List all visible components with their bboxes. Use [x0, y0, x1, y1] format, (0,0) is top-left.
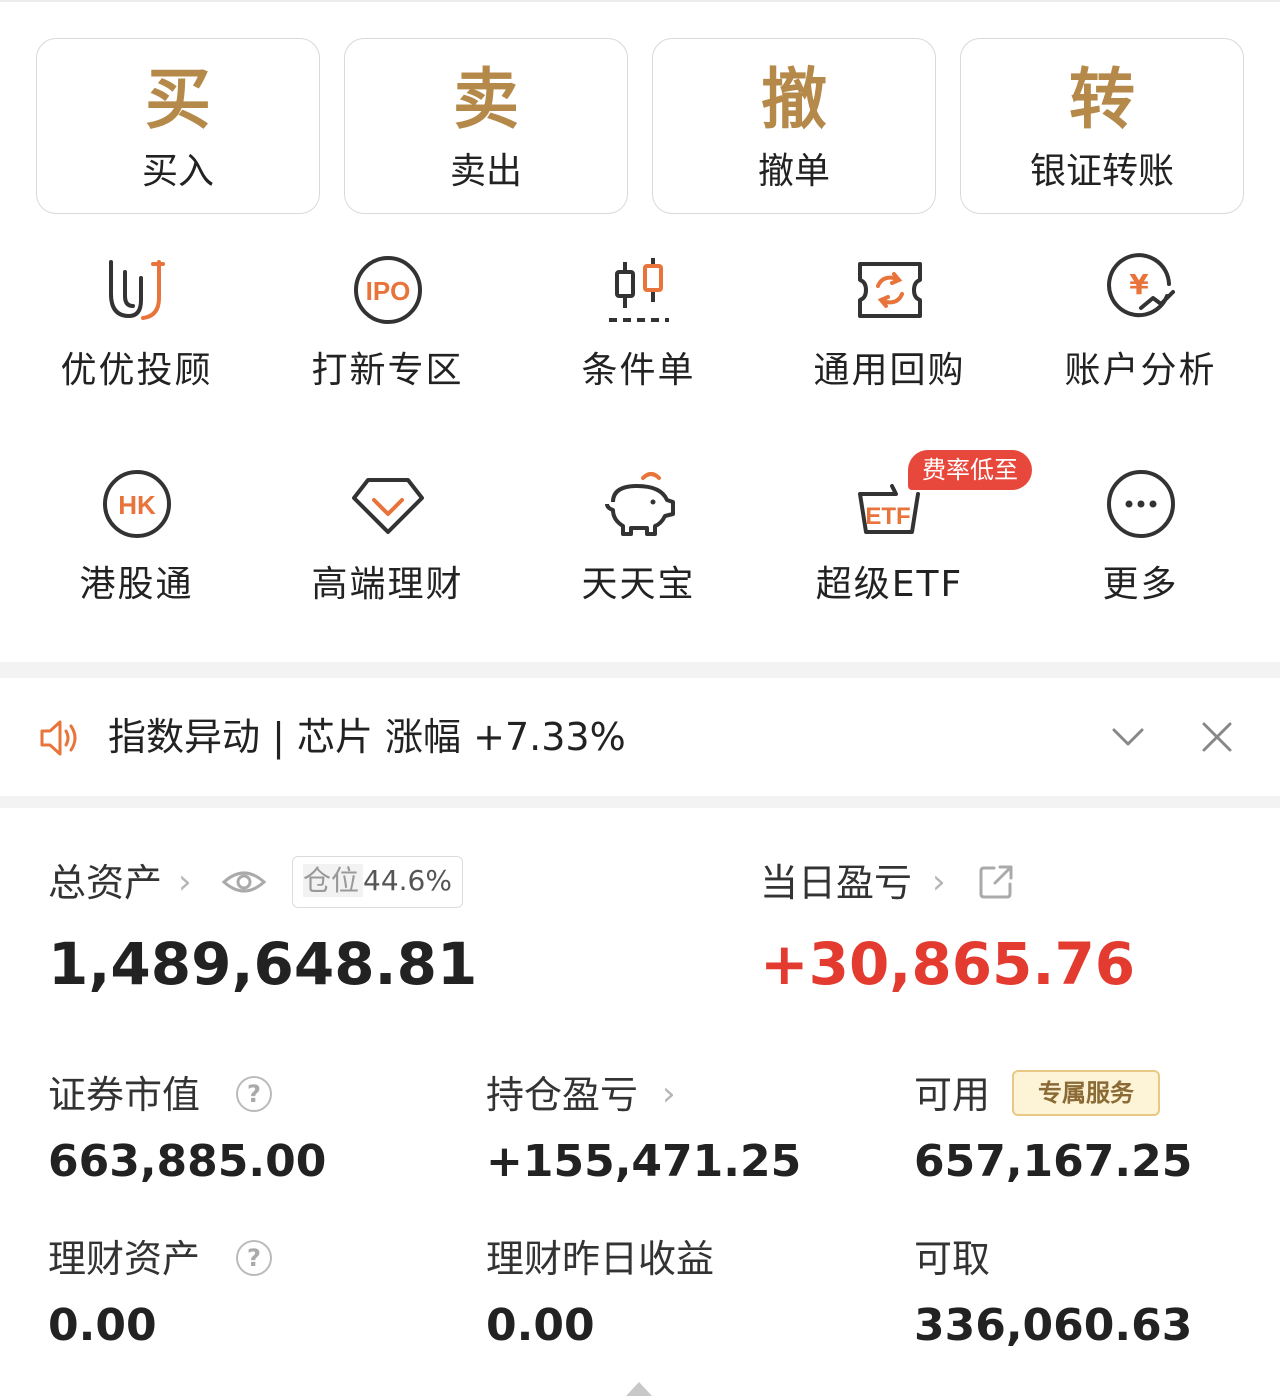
service-repo-label: 通用回购 — [813, 350, 966, 391]
position-ratio-tag: 仓位 44.6% — [292, 856, 463, 908]
service-premium-wealth-label: 高端理财 — [311, 564, 464, 605]
buy-button[interactable]: 买 买入 — [36, 38, 320, 214]
service-hk-connect[interactable]: HK 港股通 — [11, 462, 262, 606]
hk-icon-text: HK — [118, 490, 156, 520]
ipo-icon-text: IPO — [365, 276, 410, 306]
candlestick-icon — [597, 248, 681, 332]
service-more[interactable]: 更多 — [1015, 462, 1266, 606]
uu-advisor-icon — [95, 248, 179, 332]
diamond-icon — [346, 462, 430, 546]
daily-pnl-arrow-icon[interactable]: › — [932, 862, 946, 902]
notice-text: 指数异动 | 芯片 涨幅 +7.33% — [108, 715, 626, 759]
total-assets-label[interactable]: 总资产 — [48, 860, 162, 906]
buy-glyph: 买 — [145, 60, 211, 138]
etf-icon-text: ETF — [865, 503, 910, 530]
sell-button[interactable]: 卖 卖出 — [344, 38, 628, 214]
service-ipo[interactable]: IPO 打新专区 — [262, 248, 513, 392]
withdrawable-value: 336,060.63 — [914, 1300, 1193, 1351]
position-key: 仓位 — [303, 864, 364, 897]
position-value: 44.6% — [363, 864, 452, 897]
exclusive-service-tag[interactable]: 专属服务 — [1012, 1070, 1160, 1116]
wealth-assets-label: 理财资产 — [48, 1237, 201, 1281]
service-conditional-order-label: 条件单 — [581, 350, 696, 391]
top-divider — [0, 0, 1280, 2]
holding-pnl-label[interactable]: 持仓盈亏 — [486, 1072, 638, 1118]
daily-pnl-label[interactable]: 当日盈亏 — [760, 860, 912, 906]
bank-transfer-glyph: 转 — [1069, 60, 1135, 138]
service-conditional-order[interactable]: 条件单 — [513, 248, 764, 392]
bank-transfer-button[interactable]: 转 银证转账 — [960, 38, 1244, 214]
fee-badge: 费率低至 — [908, 450, 1032, 490]
buy-label: 买入 — [141, 151, 214, 192]
cancel-order-button[interactable]: 撤 撤单 — [652, 38, 936, 214]
daily-pnl-value: +30,865.76 — [760, 930, 1136, 998]
section-divider — [0, 662, 1280, 678]
service-super-etf-label: 超级ETF — [815, 564, 964, 605]
help-icon-2[interactable]: ? — [236, 1240, 272, 1276]
wealth-yesterday-label: 理财昨日收益 — [486, 1237, 715, 1281]
service-more-label: 更多 — [1102, 564, 1179, 605]
help-icon[interactable]: ? — [236, 1076, 272, 1112]
holding-pnl-arrow-icon[interactable]: › — [662, 1074, 676, 1114]
share-icon[interactable] — [978, 864, 1014, 900]
repo-ticket-icon — [848, 248, 932, 332]
yen-icon-text: ¥ — [1129, 268, 1149, 301]
service-ipo-label: 打新专区 — [311, 350, 464, 391]
service-account-analysis[interactable]: ¥ 账户分析 — [1015, 248, 1266, 392]
service-uu-advisor[interactable]: 优优投顾 — [11, 248, 262, 392]
speaker-icon — [40, 720, 77, 756]
securities-value: 663,885.00 — [48, 1136, 327, 1187]
wealth-assets-value: 0.00 — [48, 1300, 157, 1351]
bank-transfer-label: 银证转账 — [1029, 151, 1174, 192]
service-repo[interactable]: 通用回购 — [764, 248, 1015, 392]
hk-icon: HK — [95, 462, 179, 546]
sell-glyph: 卖 — [453, 60, 519, 138]
yen-analysis-icon: ¥ — [1099, 248, 1183, 332]
close-icon[interactable] — [1198, 718, 1236, 756]
collapse-handle-icon[interactable] — [624, 1376, 654, 1396]
holding-pnl-value: +155,471.25 — [486, 1136, 802, 1187]
section-divider-2 — [0, 796, 1280, 808]
total-assets-arrow-icon[interactable]: › — [178, 862, 192, 902]
sell-label: 卖出 — [449, 151, 522, 192]
chevron-down-icon[interactable] — [1108, 720, 1148, 754]
service-account-analysis-label: 账户分析 — [1064, 350, 1217, 391]
service-grid-row-2: HK 港股通 高端理财 天天宝 ETF 费率低至 超级ETF 更多 — [0, 450, 1280, 606]
cancel-order-glyph: 撤 — [761, 60, 827, 138]
total-assets-value: 1,489,648.81 — [48, 930, 478, 998]
eye-icon[interactable] — [220, 862, 268, 902]
withdrawable-label: 可取 — [914, 1237, 991, 1281]
ipo-icon: IPO — [346, 248, 430, 332]
service-hk-connect-label: 港股通 — [79, 564, 194, 605]
available-value: 657,167.25 — [914, 1136, 1193, 1187]
available-label: 可用 — [914, 1073, 991, 1117]
securities-value-label: 证券市值 — [48, 1073, 201, 1117]
quick-actions: 买 买入 卖 卖出 撤 撤单 转 银证转账 — [36, 38, 1244, 216]
service-uu-advisor-label: 优优投顾 — [60, 350, 213, 391]
more-icon — [1099, 462, 1183, 546]
cancel-order-label: 撤单 — [757, 151, 830, 192]
piggy-bank-icon — [597, 462, 681, 546]
service-grid-row-1: 优优投顾 IPO 打新专区 条件单 通用回购 ¥ 账户分析 — [0, 248, 1280, 392]
service-tiantianbao[interactable]: 天天宝 — [513, 462, 764, 606]
wealth-yesterday-value: 0.00 — [486, 1300, 595, 1351]
service-super-etf[interactable]: ETF 费率低至 超级ETF — [764, 450, 1032, 606]
service-premium-wealth[interactable]: 高端理财 — [262, 462, 513, 606]
service-tiantianbao-label: 天天宝 — [581, 564, 696, 605]
market-notice-bar[interactable]: 指数异动 | 芯片 涨幅 +7.33% — [0, 678, 1280, 796]
